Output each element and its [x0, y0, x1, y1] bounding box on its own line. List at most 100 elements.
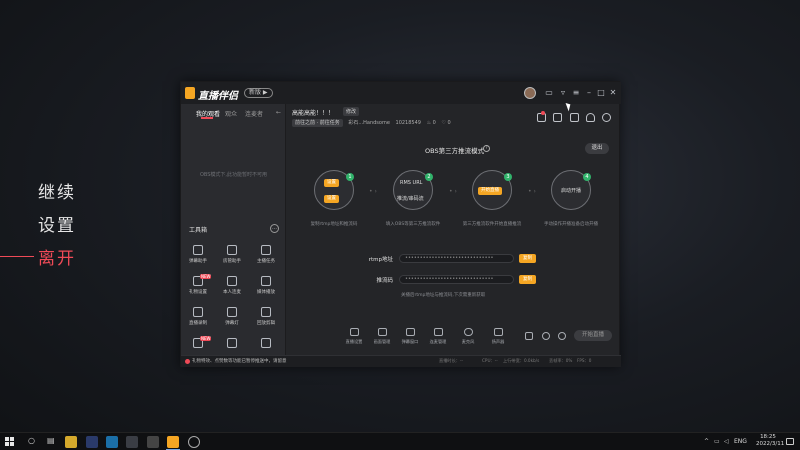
lock-icon[interactable]	[553, 113, 562, 122]
notification-dot	[541, 111, 545, 115]
step-2-text-b: 推流/串码流	[397, 196, 424, 202]
speaker-icon	[493, 328, 503, 336]
media-icon	[261, 276, 271, 286]
new-badge: NEW	[200, 336, 212, 341]
tool-danmaku[interactable]: 弹幕助手	[184, 245, 212, 271]
copy-rtmp-button[interactable]: 复制	[519, 254, 536, 263]
obs-taskbar-icon[interactable]	[188, 436, 200, 448]
live-companion-window: 直播伴侣 新版 ▶ ▭ ▿ ≡ – □ ✕ 我的观看 观众 连麦者 ← OBS模…	[180, 81, 621, 367]
sidebar-more-icon[interactable]: ←	[276, 109, 281, 116]
rtmp-field[interactable]: ••••••••••••••••••••••••••••••	[399, 254, 514, 263]
like-icon: ♡	[441, 120, 446, 126]
warning-icon	[185, 359, 190, 364]
leave-indicator-line	[0, 256, 34, 257]
pause-leave[interactable]: 离开	[38, 244, 76, 269]
live-companion-taskbar-icon[interactable]	[167, 436, 179, 448]
tool-clip[interactable]: 回放剪辑	[252, 307, 280, 333]
light-icon	[227, 307, 237, 317]
share-icon[interactable]	[602, 113, 611, 122]
preview-eye-icon[interactable]	[542, 332, 550, 340]
step-2-text-a: RMS URL	[400, 180, 423, 186]
clock[interactable]: 18:25 2022/3/11	[756, 434, 784, 448]
heat-icon: ♨	[426, 120, 432, 126]
step-arrow-icon: • ›	[528, 188, 536, 195]
settings-screen-icon	[349, 328, 359, 336]
room-title: 高能高能！！！	[292, 110, 335, 117]
start-live-button[interactable]: 开始直播	[574, 330, 612, 341]
status-cpu: CPU：--	[482, 358, 498, 363]
help-icon[interactable]: ?	[483, 145, 490, 152]
danmaku-icon	[193, 245, 203, 255]
game-taskbar-icon[interactable]	[147, 436, 159, 448]
step-1-caption: 复制rtmp地址和推流码	[310, 222, 358, 227]
tab-linkers[interactable]: 连麦者	[245, 109, 263, 118]
tool-link[interactable]: 本人连麦	[218, 276, 246, 302]
room-category[interactable]: 前往之前 · 前往任务	[292, 119, 343, 127]
step-1-button-b[interactable]: 设置	[324, 195, 339, 203]
app-taskbar-icon-4[interactable]	[126, 436, 138, 448]
speaker-button[interactable]: 扬声器	[487, 328, 509, 345]
app-taskbar-icon-2[interactable]	[86, 436, 98, 448]
tool-task[interactable]: 主播任务	[252, 245, 280, 271]
tray-expand-icon[interactable]: ^	[704, 439, 710, 445]
app-logo-icon	[185, 87, 195, 99]
minimize-icon[interactable]: –	[584, 88, 594, 98]
tool-gift[interactable]: NEW 礼物设置	[184, 274, 212, 302]
camera-toggle-icon[interactable]	[525, 332, 533, 340]
tab-underline	[201, 117, 213, 119]
windows-start-icon[interactable]	[5, 437, 15, 447]
version-pill[interactable]: 新版 ▶	[244, 88, 273, 98]
pause-continue[interactable]: 继续	[38, 178, 76, 203]
step-3-button[interactable]: 开始直播	[478, 187, 502, 195]
task-icon	[261, 245, 271, 255]
scene-manage-button[interactable]: 画面管理	[371, 328, 393, 345]
avatar[interactable]	[524, 87, 536, 99]
exit-obs-button[interactable]: 退出	[585, 143, 609, 154]
maximize-icon[interactable]: □	[596, 88, 606, 98]
search-icon[interactable]: ○	[28, 437, 35, 445]
microphone-icon	[463, 328, 473, 336]
network-icon[interactable]: ▭	[714, 439, 720, 445]
app-taskbar-icon-1[interactable]	[65, 436, 77, 448]
admin-icon	[227, 245, 237, 255]
notification-center-icon[interactable]	[786, 438, 794, 445]
titlebar: 直播伴侣 新版 ▶ ▭ ▿ ≡ – □ ✕	[181, 82, 621, 104]
tool-record[interactable]: 直播录制	[184, 307, 212, 333]
copy-key-button[interactable]: 复制	[519, 275, 536, 284]
step-3-number: 3	[504, 173, 512, 181]
obs-hint: 关播后rtmp地址与推流码,下次需重新获取	[401, 293, 486, 298]
streamer-name: 彩石...Handsome	[348, 120, 390, 126]
skin-icon[interactable]: ▿	[558, 88, 568, 98]
danmaku-window-icon	[405, 328, 415, 336]
tab-audience[interactable]: 观众	[225, 109, 237, 118]
close-icon[interactable]: ✕	[608, 88, 618, 98]
status-bandwidth: 上行带宽：0.0kb/s	[503, 358, 540, 363]
input-language[interactable]: ENG	[734, 438, 747, 445]
sidebar: 我的观看 观众 连麦者 ← OBS模式下,此功能暂时不可用 工具箱 … 弹幕助手…	[181, 104, 286, 360]
pause-settings[interactable]: 设置	[38, 211, 76, 236]
settings-gear-icon[interactable]	[558, 332, 566, 340]
microphone-button[interactable]: 麦克风	[457, 328, 479, 345]
step-3-caption: 第三方推流软件开始直播推流	[462, 222, 522, 227]
menu-icon[interactable]: ≡	[571, 88, 581, 98]
stream-key-field[interactable]: ••••••••••••••••••••••••••••••	[399, 275, 514, 284]
volume-icon[interactable]: ◁	[724, 439, 730, 445]
room-title-edit[interactable]: 修改	[343, 107, 360, 116]
sidebar-empty-hint: OBS模式下,此功能暂时不可用	[199, 172, 268, 178]
step-arrow-icon: • ›	[449, 188, 457, 195]
desktop-background: 继续 设置 离开 直播伴侣 新版 ▶ ▭ ▿ ≡ – □ ✕ 我的观看 观众 连…	[0, 0, 800, 432]
tool-admin[interactable]: 房管助手	[218, 245, 246, 271]
feedback-icon[interactable]: ▭	[544, 88, 554, 98]
task-view-icon[interactable]: ▤	[47, 437, 55, 445]
toolbox-more-icon[interactable]: …	[270, 224, 279, 233]
tool-media[interactable]: 媒体播放	[252, 276, 280, 302]
tool-light[interactable]: 弹幕灯	[218, 307, 246, 333]
step-1-button-a[interactable]: 设置	[324, 179, 339, 187]
link-manage-button[interactable]: 连麦管理	[427, 328, 449, 345]
danmaku-window-button[interactable]: 弹幕窗口	[399, 328, 421, 345]
live-settings-button[interactable]: 直播设置	[343, 328, 365, 345]
step-arrow-icon: • ›	[369, 188, 377, 195]
message-icon[interactable]	[570, 113, 579, 122]
steam-icon[interactable]	[106, 436, 118, 448]
bell-icon[interactable]	[586, 113, 595, 122]
